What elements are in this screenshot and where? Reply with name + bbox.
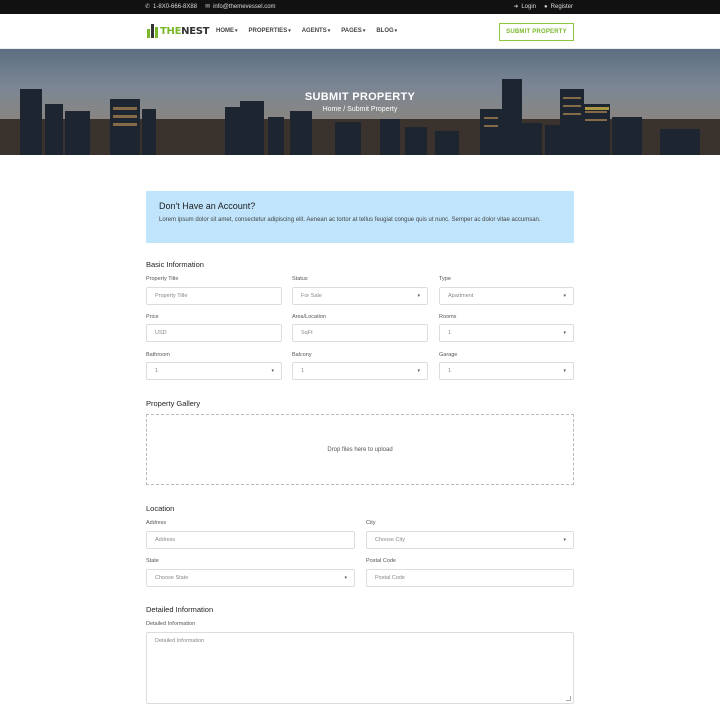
phone-icon: ✆ <box>145 4 151 10</box>
price-input[interactable]: USD <box>146 324 282 342</box>
breadcrumb-separator: / <box>343 106 346 113</box>
login-icon: ➜ <box>513 4 519 10</box>
caret-down-icon: ▾ <box>344 575 347 581</box>
property-title-label: Property Title <box>146 276 179 282</box>
balcony-select[interactable]: 1 ▾ <box>292 362 428 380</box>
postal-code-label: Postal Code <box>366 558 396 564</box>
section-detailed-information: Detailed Information <box>146 605 214 614</box>
price-label: Price <box>146 314 159 320</box>
address-label: Address <box>146 520 167 526</box>
nav-home[interactable]: HOME <box>216 28 238 34</box>
city-select[interactable]: Choose City ▾ <box>366 531 574 549</box>
main-menu: HOME PROPERTIES AGENTS PAGES BLOG <box>216 28 397 34</box>
submit-property-button[interactable]: SUBMIT PROPERTY <box>499 23 574 41</box>
nav-properties[interactable]: PROPERTIES <box>249 28 291 34</box>
caret-down-icon: ▾ <box>563 537 566 543</box>
area-input[interactable]: SqFt <box>292 324 428 342</box>
page-banner: SUBMIT PROPERTY Home / Submit Property <box>0 49 720 155</box>
nav-agents[interactable]: AGENTS <box>302 28 331 34</box>
detailed-information-textarea[interactable]: Detailed Information <box>146 632 574 704</box>
file-dropzone[interactable]: Drop files here to upload <box>146 414 574 485</box>
section-location: Location <box>146 504 175 513</box>
mail-icon: ✉ <box>205 4 211 10</box>
rooms-select[interactable]: 1 ▾ <box>439 324 574 342</box>
phone-contact[interactable]: ✆ 1-8X0-666-8X88 <box>145 3 197 11</box>
caret-down-icon: ▾ <box>417 293 420 299</box>
email-contact[interactable]: ✉ info@themevessel.com <box>205 3 275 11</box>
site-logo[interactable]: THENEST <box>147 24 209 38</box>
detailed-information-label: Detailed Information <box>146 621 196 627</box>
city-label: City <box>366 520 376 526</box>
top-bar: ✆ 1-8X0-666-8X88 ✉ info@themevessel.com ➜ L… <box>0 0 720 14</box>
area-label: Area/Location <box>292 314 326 320</box>
garage-label: Garage <box>439 352 458 358</box>
register-link[interactable]: ● Register <box>544 3 573 10</box>
login-link[interactable]: ➜ Login <box>513 3 536 11</box>
property-title-input[interactable]: Property Title <box>146 287 282 305</box>
address-input[interactable]: Address <box>146 531 355 549</box>
state-select[interactable]: Choose State ▾ <box>146 569 355 587</box>
section-property-gallery: Property Gallery <box>146 399 201 408</box>
section-basic-information: Basic Information <box>146 260 204 269</box>
page-title: SUBMIT PROPERTY <box>304 91 416 103</box>
garage-select[interactable]: 1 ▾ <box>439 362 574 380</box>
bathroom-label: Bathroom <box>146 352 170 358</box>
breadcrumb-current: Submit Property <box>347 106 398 113</box>
alert-title: Don't Have an Account? <box>159 201 256 211</box>
status-select[interactable]: For Sale ▾ <box>292 287 428 305</box>
status-label: Status <box>292 276 308 282</box>
caret-down-icon: ▾ <box>563 293 566 299</box>
building-logo-icon <box>147 24 158 38</box>
caret-down-icon: ▾ <box>417 368 420 374</box>
breadcrumb: Home / Submit Property <box>0 106 720 113</box>
rooms-label: Rooms <box>439 314 457 320</box>
logo-text-the: THE <box>160 25 182 37</box>
postal-code-input[interactable]: Postal Code <box>366 569 574 587</box>
user-icon: ● <box>544 3 548 10</box>
nav-blog[interactable]: BLOG <box>376 28 397 34</box>
breadcrumb-home[interactable]: Home <box>323 106 342 113</box>
main-navbar: THENEST HOME PROPERTIES AGENTS PAGES BLO… <box>0 14 720 49</box>
nav-pages[interactable]: PAGES <box>341 28 365 34</box>
caret-down-icon: ▾ <box>563 368 566 374</box>
caret-down-icon: ▾ <box>271 368 274 374</box>
account-alert: Don't Have an Account? Lorem ipsum dolor… <box>146 191 574 243</box>
balcony-label: Balcony <box>292 352 312 358</box>
resize-handle-icon[interactable] <box>566 696 571 701</box>
alert-body: Lorem ipsum dolor sit amet, consectetur … <box>159 217 541 223</box>
bathroom-select[interactable]: 1 ▾ <box>146 362 282 380</box>
type-select[interactable]: Apartment ▾ <box>439 287 574 305</box>
type-label: Type <box>439 276 451 282</box>
state-label: State <box>146 558 159 564</box>
logo-text-nest: NEST <box>181 25 210 37</box>
caret-down-icon: ▾ <box>563 330 566 336</box>
